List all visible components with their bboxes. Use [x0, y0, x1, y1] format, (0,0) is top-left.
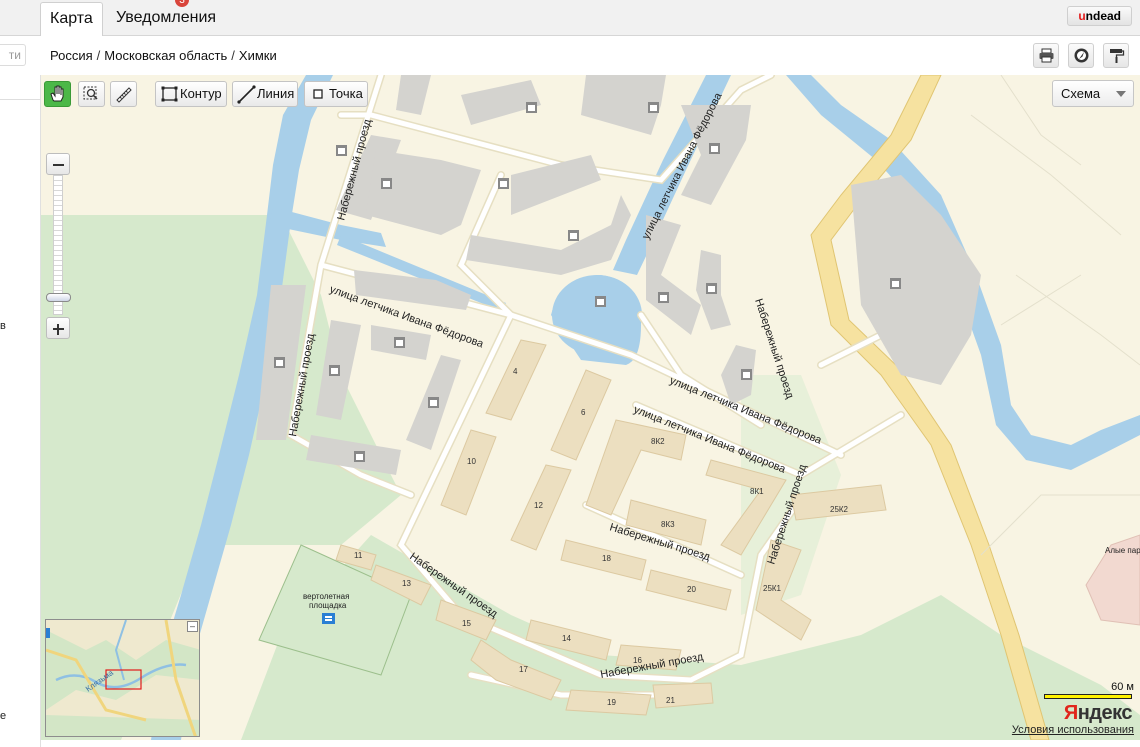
line-tool-button[interactable]: Линия: [232, 81, 298, 107]
breadcrumb-item-city[interactable]: Химки: [239, 48, 277, 63]
print-button[interactable]: [1033, 43, 1059, 68]
breadcrumb-item-region[interactable]: Московская область: [104, 48, 227, 63]
poi-label: вертолетная: [303, 592, 349, 601]
house-number: 8К3: [661, 520, 675, 529]
house-number: 15: [462, 619, 471, 628]
logo-rest: ндекс: [1077, 702, 1133, 724]
zoom-area-button[interactable]: [78, 81, 105, 107]
compass-button[interactable]: [1068, 43, 1094, 68]
zoom-area-icon: [83, 86, 98, 100]
house-number: 25К2: [830, 505, 849, 514]
house-number: 4: [513, 367, 518, 376]
breadcrumb-separator: /: [231, 48, 235, 63]
map-base-layer: Набережный проезд улица летчика Ивана Фё…: [41, 75, 1140, 740]
footpaths: [970, 75, 1140, 556]
house-number: 16: [633, 656, 642, 665]
tab-notifications-label: Уведомления: [116, 9, 217, 26]
contour-icon: [161, 86, 178, 102]
house-number: 8К2: [651, 437, 665, 446]
contour-tool-button[interactable]: Контур: [155, 81, 227, 107]
tab-bar: Карта Уведомления 3 undead: [0, 0, 1140, 37]
map-app: Карта Уведомления 3 undead ти Россия / Мос…: [0, 0, 1140, 747]
side-divider: [0, 99, 40, 100]
chevron-down-icon: [1116, 91, 1126, 97]
breadcrumb-separator: /: [96, 48, 101, 63]
zoom-in-button[interactable]: [46, 317, 70, 339]
user-menu-button[interactable]: undead: [1067, 6, 1132, 26]
house-number: 19: [607, 698, 616, 707]
poi-label: площадка: [309, 601, 347, 610]
minimap-collapse-button[interactable]: –: [187, 621, 198, 632]
tab-notifications[interactable]: Уведомления: [107, 2, 225, 36]
tab-map[interactable]: Карта: [40, 2, 103, 37]
user-name-first-letter: u: [1078, 9, 1086, 23]
house-number: 8К1: [750, 487, 764, 496]
house-number: 20: [687, 585, 696, 594]
scale-label: 60 м: [1111, 681, 1134, 693]
breadcrumb-item-country[interactable]: Россия: [50, 48, 93, 63]
point-tool-label: Точка: [329, 86, 363, 101]
yandex-logo: Яндекс: [1063, 702, 1133, 725]
layer-select[interactable]: Схема: [1052, 80, 1134, 107]
side-text-fragment: в: [0, 320, 6, 332]
house-number: 6: [581, 408, 586, 417]
ruler-icon: [116, 87, 132, 103]
layer-select-value: Схема: [1061, 86, 1101, 101]
line-tool-label: Линия: [257, 86, 295, 101]
minimap-image: Клязьма: [46, 620, 199, 736]
poi-label: Алые пар: [1105, 546, 1140, 555]
house-number: 17: [519, 665, 528, 674]
breadcrumb: Россия / Московская область / Химки: [50, 48, 277, 63]
point-icon: [313, 89, 323, 99]
side-panel: в е: [0, 75, 41, 747]
scale-line: [1044, 694, 1132, 699]
house-number: 12: [534, 501, 543, 510]
zoom-out-button[interactable]: [46, 153, 70, 175]
ruler-button[interactable]: [110, 81, 137, 107]
tab-map-label: Карта: [50, 10, 93, 27]
minimap[interactable]: Клязьма –: [45, 619, 200, 737]
paint-roller-icon: [1110, 49, 1125, 63]
hand-tool-button[interactable]: [44, 81, 71, 107]
contour-tool-label: Контур: [180, 86, 222, 101]
zoom-control: [46, 153, 71, 339]
print-icon: [1039, 48, 1054, 63]
zoom-slider-thumb[interactable]: [46, 293, 71, 302]
house-number: 11: [354, 551, 363, 560]
logo-first-letter: Я: [1063, 702, 1078, 724]
map-canvas[interactable]: Набережный проезд улица летчика Ивана Фё…: [41, 75, 1140, 740]
house-number: 25К1: [763, 584, 782, 593]
house-number: 10: [467, 457, 476, 466]
plus-icon-vertical: [57, 324, 59, 335]
hand-icon: [50, 85, 64, 102]
collapsed-side-button[interactable]: ти: [0, 44, 26, 66]
house-number: 14: [562, 634, 571, 643]
helipad-icon: [322, 613, 335, 624]
minus-icon: [53, 164, 64, 166]
house-number: 21: [666, 696, 675, 705]
terms-of-use-link[interactable]: Условия использования: [1012, 724, 1134, 736]
compass-icon: [1074, 48, 1089, 63]
side-text-fragment: е: [0, 710, 7, 722]
house-number: 13: [402, 579, 411, 588]
point-tool-button[interactable]: Точка: [304, 81, 368, 107]
paint-roller-button[interactable]: [1103, 43, 1129, 68]
user-name-rest: ndead: [1085, 9, 1121, 23]
breadcrumb-row: ти Россия / Московская область / Химки: [0, 36, 1140, 75]
house-number: 18: [602, 554, 611, 563]
line-icon: [237, 85, 256, 104]
